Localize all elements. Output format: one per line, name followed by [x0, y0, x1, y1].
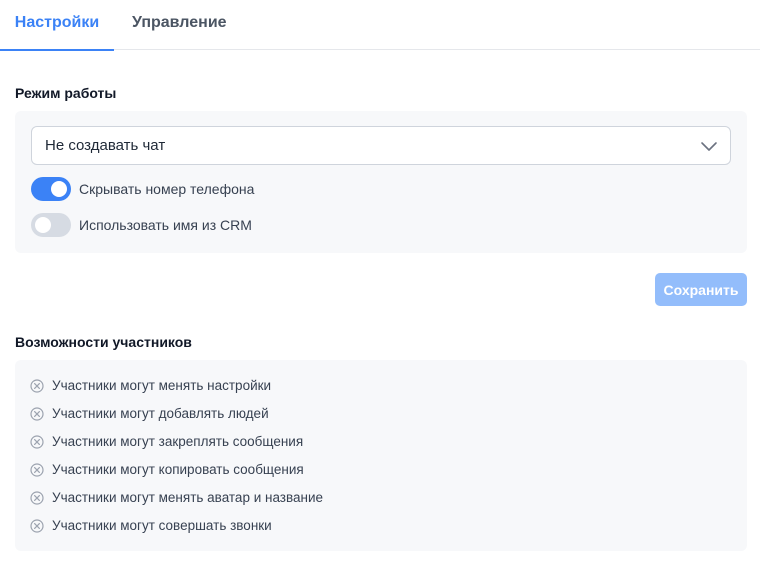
switch-knob	[35, 217, 51, 233]
mode-select-value: Не создавать чат	[45, 137, 166, 154]
list-item: Участники могут копировать сообщения	[30, 460, 630, 480]
switch-knob	[51, 181, 67, 197]
x-circle-icon	[30, 407, 44, 421]
permission-label: Участники могут копировать сообщения	[52, 462, 304, 477]
toggle-row-hide-phone: Скрывать номер телефона	[31, 177, 431, 201]
x-circle-icon	[30, 379, 44, 393]
permissions-section-title: Возможности участников	[15, 334, 192, 350]
permission-label: Участники могут закреплять сообщения	[52, 434, 304, 449]
crm-name-switch[interactable]	[31, 213, 71, 237]
x-circle-icon	[30, 435, 44, 449]
chevron-down-icon	[701, 142, 717, 151]
mode-select[interactable]: Не создавать чат	[31, 126, 731, 165]
tab-settings[interactable]: Настройки	[0, 0, 114, 51]
list-item: Участники могут совершать звонки	[30, 516, 630, 536]
hide-phone-switch[interactable]	[31, 177, 71, 201]
permission-label: Участники могут добавлять людей	[52, 406, 269, 421]
tab-management[interactable]: Управление	[132, 0, 227, 50]
x-circle-icon	[30, 463, 44, 477]
save-button[interactable]: Сохранить	[655, 273, 747, 306]
permissions-panel: Участники могут менять настройки Участни…	[15, 360, 747, 551]
mode-panel: Не создавать чат Скрывать номер телефона…	[15, 111, 747, 253]
x-circle-icon	[30, 519, 44, 533]
mode-section-title: Режим работы	[15, 85, 117, 101]
list-item: Участники могут менять настройки	[30, 376, 630, 396]
permission-label: Участники могут менять аватар и название	[52, 490, 324, 505]
permission-label: Участники могут совершать звонки	[52, 518, 272, 533]
tab-bar: Настройки Управление	[0, 0, 760, 51]
hide-phone-label: Скрывать номер телефона	[79, 181, 255, 197]
toggle-row-crm-name: Использовать имя из CRM	[31, 213, 431, 237]
permission-label: Участники могут менять настройки	[52, 378, 272, 393]
list-item: Участники могут менять аватар и название	[30, 488, 630, 508]
crm-name-label: Использовать имя из CRM	[79, 217, 252, 233]
list-item: Участники могут добавлять людей	[30, 404, 630, 424]
x-circle-icon	[30, 491, 44, 505]
list-item: Участники могут закреплять сообщения	[30, 432, 630, 452]
